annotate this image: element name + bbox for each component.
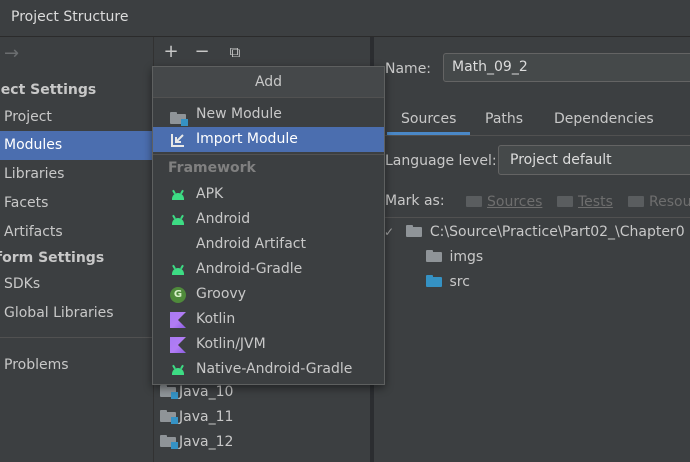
- module-row[interactable]: Java_11: [160, 405, 233, 429]
- window-title: Project Structure: [11, 9, 129, 25]
- folder-icon: [466, 196, 482, 207]
- module-folder-icon: [160, 435, 178, 449]
- sidebar-item-artifacts[interactable]: Artifacts: [0, 218, 153, 247]
- popup-divider: [153, 154, 384, 155]
- folder-icon: [628, 196, 644, 207]
- popup-header: Add: [153, 67, 384, 98]
- source-folder-icon: [426, 275, 442, 287]
- mark-resources-button[interactable]: Resou: [628, 194, 690, 210]
- add-button[interactable]: +: [160, 41, 182, 63]
- sidebar-item-sdks[interactable]: SDKs: [0, 270, 153, 299]
- sidebar-item-facets[interactable]: Facets: [0, 189, 153, 218]
- folder-icon: [406, 225, 423, 237]
- remove-button[interactable]: −: [191, 41, 213, 63]
- window-titlebar: Project Structure: [0, 0, 690, 37]
- menu-item-kotlin[interactable]: Kotlin: [153, 307, 384, 332]
- folder-icon: [557, 196, 573, 207]
- settings-sidebar: → ject Settings Project Modules Librarie…: [0, 37, 153, 462]
- module-folder-icon: [160, 410, 178, 424]
- module-folder-icon: [160, 385, 178, 399]
- mark-as-label: Mark as:: [385, 193, 445, 209]
- framework-heading: Framework: [168, 160, 256, 176]
- menu-item-android-artifact[interactable]: Android Artifact: [153, 232, 384, 257]
- module-label: Java_11: [179, 409, 234, 425]
- kotlin-icon: [170, 337, 186, 353]
- tree-item-label: src: [449, 274, 470, 290]
- sidebar-item-project[interactable]: Project: [0, 103, 153, 132]
- sidebar-item-problems[interactable]: Problems: [0, 351, 153, 380]
- mark-tests-button[interactable]: Tests: [557, 194, 613, 210]
- language-level-select[interactable]: Project default: [498, 145, 690, 175]
- tree-item-src[interactable]: src: [426, 271, 470, 293]
- menu-item-new-module[interactable]: New Module: [153, 102, 384, 127]
- folder-icon: [170, 107, 188, 126]
- menu-item-apk[interactable]: APK: [153, 182, 384, 207]
- menu-item-android[interactable]: Android: [153, 207, 384, 232]
- tab-sources[interactable]: Sources: [387, 111, 471, 135]
- add-popup-menu: Add New Module Import Module Framework A…: [152, 66, 385, 385]
- language-level-label: Language level:: [385, 153, 497, 169]
- copy-button[interactable]: ⧉: [224, 41, 246, 63]
- sidebar-item-modules[interactable]: Modules: [0, 131, 153, 160]
- android-icon: [170, 362, 186, 378]
- kotlin-icon: [170, 312, 186, 328]
- import-icon: [170, 132, 186, 148]
- menu-item-native-android-gradle[interactable]: Native-Android-Gradle: [153, 357, 384, 382]
- android-icon: [170, 262, 186, 278]
- menu-item-android-gradle[interactable]: Android-Gradle: [153, 257, 384, 282]
- sidebar-divider: [0, 337, 153, 338]
- menu-item-import-module[interactable]: Import Module: [153, 127, 384, 152]
- sidebar-item-global-libraries[interactable]: Global Libraries: [0, 299, 153, 328]
- menu-item-kotlin-jvm[interactable]: Kotlin/JVM: [153, 332, 384, 357]
- module-name-field[interactable]: Math_09_2: [443, 53, 690, 82]
- mark-sources-button[interactable]: Sources: [466, 194, 542, 210]
- module-row[interactable]: Java_12: [160, 430, 233, 454]
- groovy-icon: G: [170, 287, 186, 303]
- tab-dependencies[interactable]: Dependencies: [554, 111, 654, 135]
- content-root-path: C:\Source\Practice\Part02_\Chapter0: [429, 224, 685, 240]
- folder-icon: [426, 250, 442, 262]
- tab-paths[interactable]: Paths: [485, 111, 523, 135]
- tree-item-label: imgs: [449, 249, 484, 265]
- forward-arrow-icon[interactable]: →: [4, 43, 19, 64]
- project-settings-heading: ject Settings: [0, 82, 97, 98]
- menu-item-groovy[interactable]: G Groovy: [153, 282, 384, 307]
- module-label: Java_12: [179, 434, 234, 450]
- platform-settings-heading: form Settings: [0, 250, 105, 266]
- android-icon: [170, 187, 186, 203]
- mark-as-divider: [374, 217, 690, 218]
- android-icon: [170, 212, 186, 228]
- tab-divider: [374, 135, 690, 136]
- sidebar-item-libraries[interactable]: Libraries: [0, 160, 153, 189]
- chevron-down-icon[interactable]: ✓: [384, 221, 394, 243]
- module-label: Java_10: [179, 384, 234, 400]
- content-root-row[interactable]: ✓ C:\Source\Practice\Part02_\Chapter0: [384, 221, 685, 243]
- module-detail-panel: Name: Math_09_2 Sources Paths Dependenci…: [374, 37, 690, 462]
- name-label: Name:: [385, 61, 432, 77]
- tree-item-imgs[interactable]: imgs: [426, 246, 483, 268]
